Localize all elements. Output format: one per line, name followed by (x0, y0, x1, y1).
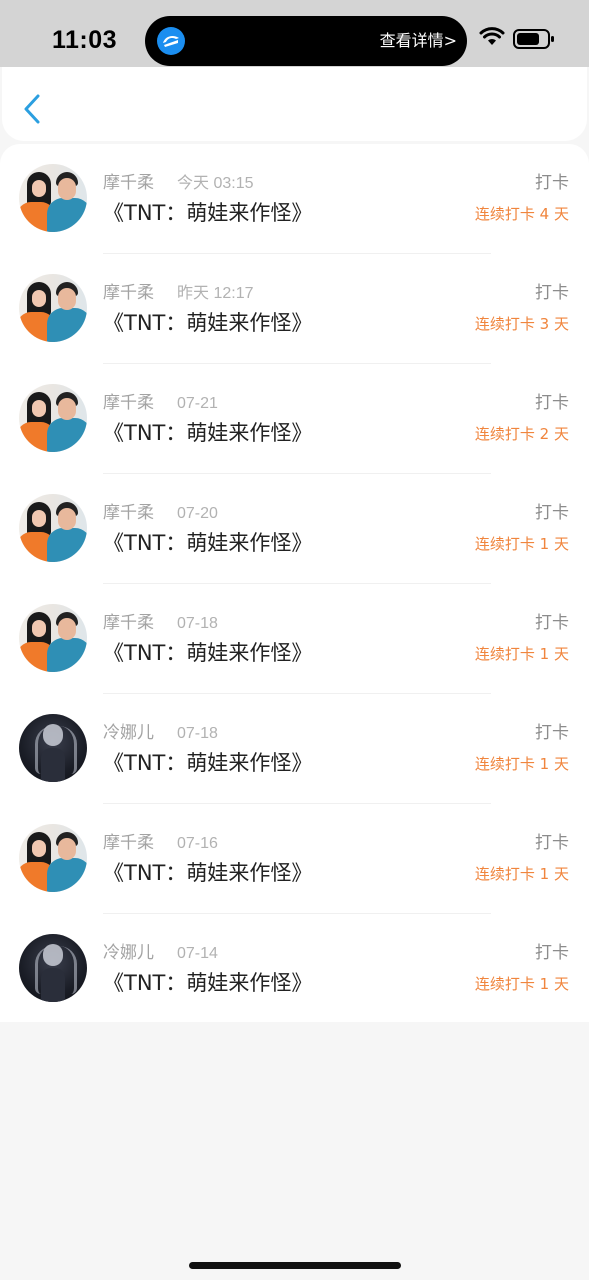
avatar[interactable] (19, 274, 87, 342)
view-details-link[interactable]: 查看详情> (380, 31, 457, 51)
action-label: 打卡 (535, 943, 569, 963)
status-bar: 11:03 查看详情> (0, 0, 589, 67)
streak-label: 连续打卡 4 天 (474, 205, 569, 223)
streak-label: 连续打卡 3 天 (474, 315, 569, 333)
dynamic-island[interactable]: 查看详情> (145, 16, 467, 66)
list-item[interactable]: 摩千柔 07-21 《TNT：萌娃来作怪》 打卡连续打卡 2 天 (0, 364, 589, 474)
user-name: 摩千柔 (103, 283, 154, 303)
app-icon (157, 27, 185, 55)
user-name: 冷娜儿 (103, 943, 154, 963)
avatar[interactable] (19, 164, 87, 232)
user-name: 冷娜儿 (103, 723, 154, 743)
action-label: 打卡 (535, 393, 569, 413)
list-item[interactable]: 冷娜儿 07-18 《TNT：萌娃来作怪》 打卡连续打卡 1 天 (0, 694, 589, 804)
record-title: 《TNT：萌娃来作怪》 (103, 531, 313, 555)
record-title: 《TNT：萌娃来作怪》 (103, 201, 313, 225)
avatar[interactable] (19, 604, 87, 672)
avatar[interactable] (19, 934, 87, 1002)
streak-label: 连续打卡 1 天 (474, 865, 569, 883)
streak-label: 连续打卡 1 天 (474, 755, 569, 773)
avatar[interactable] (19, 384, 87, 452)
record-title: 《TNT：萌娃来作怪》 (103, 311, 313, 335)
action-label: 打卡 (535, 723, 569, 743)
avatar[interactable] (19, 714, 87, 782)
record-time: 昨天 12:17 (177, 285, 254, 302)
action-label: 打卡 (535, 613, 569, 633)
battery-icon (513, 29, 554, 49)
avatar[interactable] (19, 494, 87, 562)
user-name: 摩千柔 (103, 173, 154, 193)
nav-bar (2, 67, 587, 141)
check-in-list: 摩千柔 今天 03:15 《TNT：萌娃来作怪》 打卡 连续打卡 4 天摩千柔 昨天 12… (0, 144, 589, 1022)
streak-label: 连续打卡 1 天 (474, 645, 569, 663)
action-label: 打卡 (535, 833, 569, 853)
chevron-left-icon (24, 94, 40, 124)
list-item[interactable]: 冷娜儿 07-14 《TNT：萌娃来作怪》 打卡连续打卡 1 天 (0, 914, 589, 1024)
user-name: 摩千柔 (103, 503, 154, 523)
back-button[interactable] (20, 93, 48, 125)
record-title: 《TNT：萌娃来作怪》 (103, 751, 313, 775)
record-title: 《TNT：萌娃来作怪》 (103, 971, 313, 995)
streak-label: 连续打卡 1 天 (474, 535, 569, 553)
wifi-icon (479, 27, 505, 45)
action-label: 打卡 (535, 173, 569, 193)
list-item[interactable]: 摩千柔 昨天 12:17 《TNT：萌娃来作怪》 打卡连续打卡 3 天 (0, 254, 589, 364)
home-indicator[interactable] (189, 1262, 401, 1269)
list-item[interactable]: 摩千柔 07-20 《TNT：萌娃来作怪》 打卡连续打卡 1 天 (0, 474, 589, 584)
user-name: 摩千柔 (103, 833, 154, 853)
record-time: 07-14 (177, 945, 218, 962)
action-label: 打卡 (535, 283, 569, 303)
record-time: 07-20 (177, 505, 218, 522)
list-item[interactable]: 摩千柔 07-16 《TNT：萌娃来作怪》 打卡连续打卡 1 天 (0, 804, 589, 914)
list-item[interactable]: 摩千柔 07-18 《TNT：萌娃来作怪》 打卡连续打卡 1 天 (0, 584, 589, 694)
action-label: 打卡 (535, 503, 569, 523)
streak-label: 连续打卡 2 天 (474, 425, 569, 443)
status-time: 11:03 (52, 26, 118, 54)
streak-label: 连续打卡 1 天 (474, 975, 569, 993)
record-title: 《TNT：萌娃来作怪》 (103, 421, 313, 445)
avatar[interactable] (19, 824, 87, 892)
record-title: 《TNT：萌娃来作怪》 (103, 641, 313, 665)
user-name: 摩千柔 (103, 613, 154, 633)
record-time: 07-16 (177, 835, 218, 852)
record-time: 07-18 (177, 615, 218, 632)
record-time: 07-18 (177, 725, 218, 742)
record-time: 07-21 (177, 395, 218, 412)
record-title: 《TNT：萌娃来作怪》 (103, 861, 313, 885)
list-item[interactable]: 摩千柔 今天 03:15 《TNT：萌娃来作怪》 打卡连续打卡 4 天 (0, 144, 589, 254)
record-time: 今天 03:15 (177, 175, 254, 192)
user-name: 摩千柔 (103, 393, 154, 413)
